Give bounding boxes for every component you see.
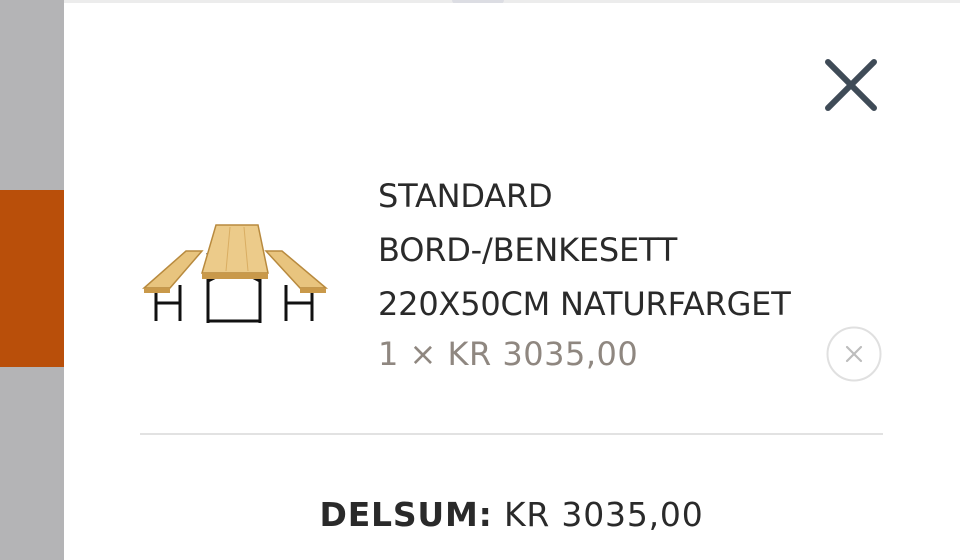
background-accent-block xyxy=(0,190,64,367)
subtotal-value: KR 3035,00 xyxy=(503,495,704,534)
remove-circle-x-icon xyxy=(826,326,882,382)
page: STANDARD BORD-/BENKESETT 220X50CM NATURF… xyxy=(0,0,960,560)
close-button[interactable] xyxy=(822,53,880,117)
beer-table-bench-set-image xyxy=(142,224,329,323)
product-name-link[interactable]: STANDARD BORD-/BENKESETT 220X50CM NATURF… xyxy=(378,169,808,331)
close-icon xyxy=(825,59,877,111)
subtotal-label: DELSUM: xyxy=(319,495,493,534)
cart-drawer: STANDARD BORD-/BENKESETT 220X50CM NATURF… xyxy=(64,3,960,560)
remove-item-button[interactable] xyxy=(826,326,882,382)
product-image[interactable] xyxy=(140,193,330,325)
cart-item: STANDARD BORD-/BENKESETT 220X50CM NATURF… xyxy=(140,163,900,393)
divider xyxy=(140,433,883,435)
subtotal: DELSUM: KR 3035,00 xyxy=(140,493,883,537)
product-price: 1 × KR 3035,00 xyxy=(378,335,639,373)
